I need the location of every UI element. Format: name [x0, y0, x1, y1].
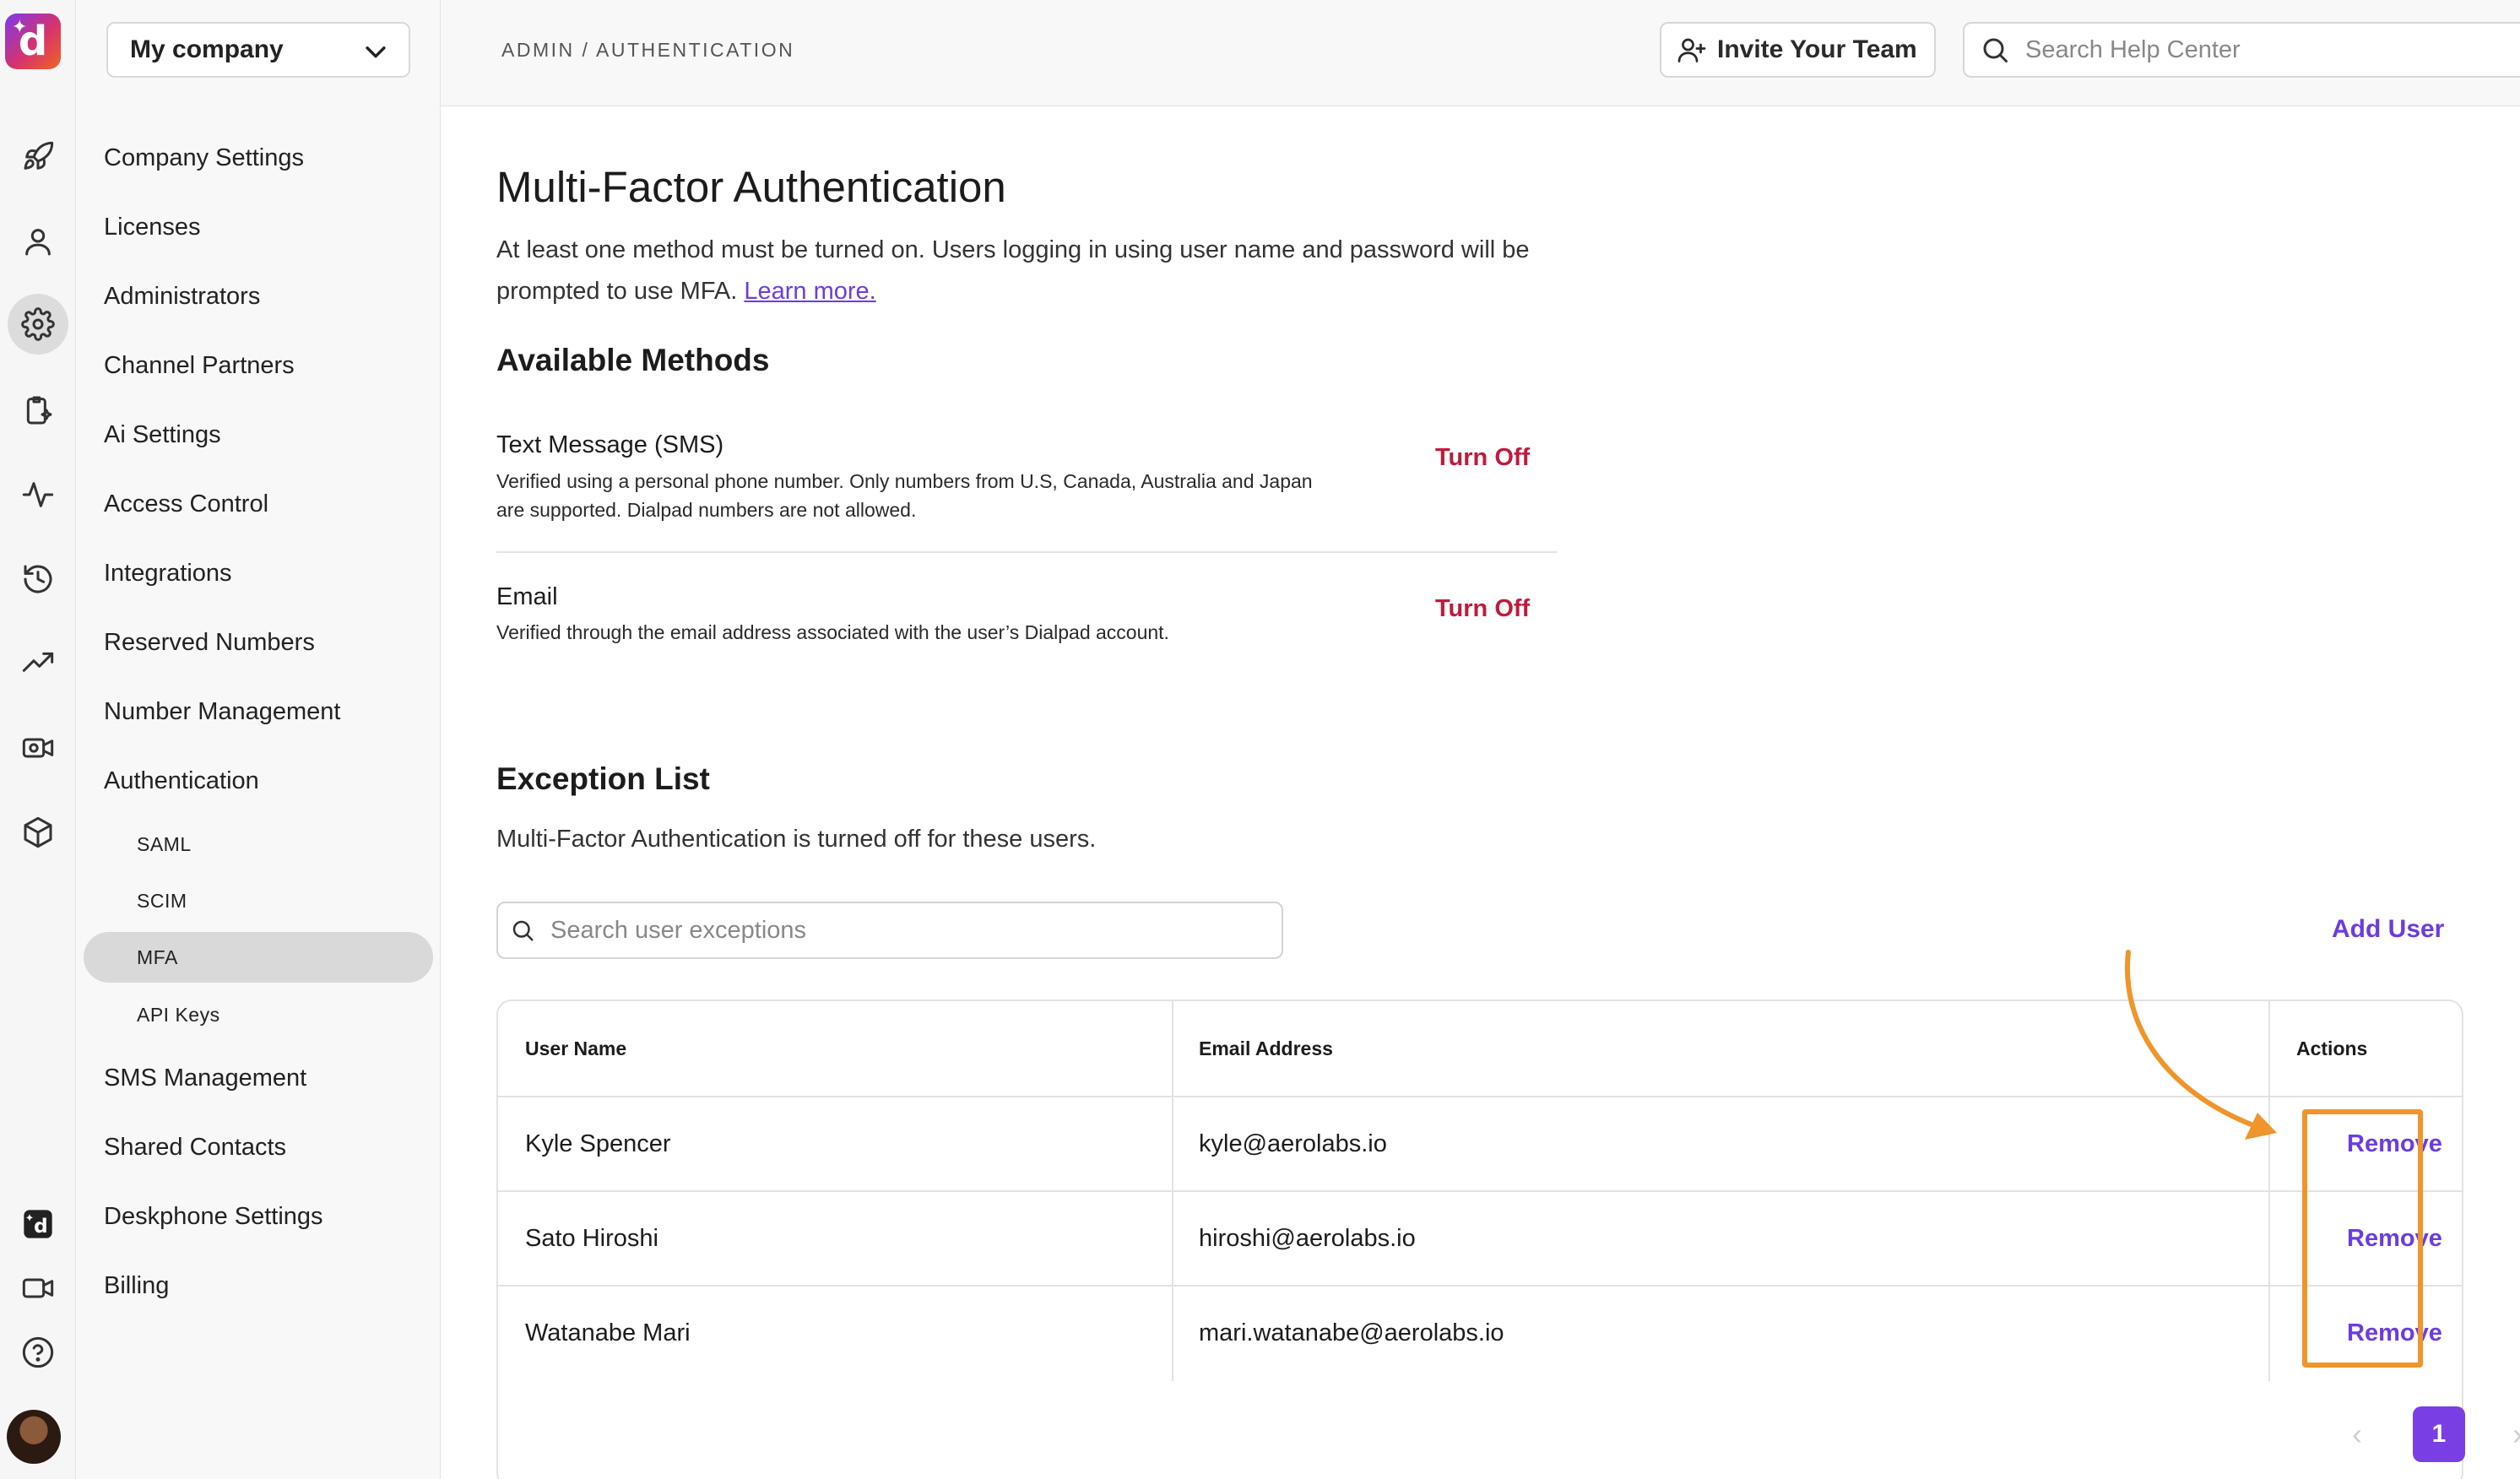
invite-team-label: Invite Your Team [1717, 35, 1917, 63]
sidebar-item-shared-contacts[interactable]: Shared Contacts [104, 1130, 286, 1164]
search-icon [512, 920, 534, 941]
sidebar-item-reserved-numbers[interactable]: Reserved Numbers [104, 626, 315, 659]
dialpad-logo-icon[interactable]: d [14, 1200, 62, 1248]
invite-team-button[interactable]: Invite Your Team [1660, 22, 1936, 78]
video-gear-icon[interactable] [14, 724, 62, 772]
help-search-input[interactable]: Search Help Center [1963, 22, 2520, 78]
company-select[interactable]: My company [106, 22, 410, 78]
rocket-icon[interactable] [14, 133, 62, 181]
gear-icon[interactable] [8, 294, 68, 355]
sidebar-item-ai-settings[interactable]: Ai Settings [104, 418, 221, 452]
sidebar-subitem-saml[interactable]: SAML [137, 829, 192, 859]
email-turn-off-button[interactable]: Turn Off [1435, 595, 1530, 623]
sidebar-item-access-control[interactable]: Access Control [104, 487, 268, 521]
page-description-text: At least one method must be turned on. U… [496, 236, 1530, 305]
exception-list-description: Multi-Factor Authentication is turned of… [496, 826, 1097, 853]
sidebar-item-channel-partners[interactable]: Channel Partners [104, 349, 295, 382]
sidebar-item-number-management[interactable]: Number Management [104, 695, 340, 729]
sidebar-subitem-api-keys[interactable]: API Keys [137, 1000, 220, 1030]
remove-actions-highlight [2302, 1109, 2423, 1368]
cube-icon[interactable] [14, 809, 62, 856]
available-methods-heading: Available Methods [496, 343, 770, 377]
sidebar-subitem-mfa[interactable]: MFA [137, 942, 178, 972]
breadcrumb: ADMIN / AUTHENTICATION [501, 39, 795, 61]
sidebar-item-company-settings[interactable]: Company Settings [104, 141, 304, 175]
sidebar-item-sms-management[interactable]: SMS Management [104, 1061, 306, 1095]
top-bar: ADMIN / AUTHENTICATION Invite Your Team … [441, 0, 2520, 106]
activity-icon[interactable] [14, 471, 62, 518]
sms-turn-off-button[interactable]: Turn Off [1435, 444, 1530, 472]
page-title: Multi-Factor Authentication [496, 163, 1006, 211]
user-name-cell: Watanabe Mari [525, 1319, 691, 1346]
company-select-value: My company [130, 35, 284, 63]
user-plus-icon [1677, 38, 1706, 62]
search-icon [1983, 38, 2008, 62]
sidebar-item-licenses[interactable]: Licenses [104, 210, 200, 244]
sidebar-subitem-scim[interactable]: SCIM [137, 886, 187, 916]
user-icon[interactable] [14, 218, 62, 265]
divider [496, 551, 1557, 553]
page-description: At least one method must be turned on. U… [496, 230, 1594, 312]
exception-search-input[interactable]: Search user exceptions [496, 902, 1283, 959]
email-cell: hiroshi@aerolabs.io [1199, 1224, 1416, 1252]
prev-page-button[interactable]: ‹ [2340, 1406, 2374, 1462]
table-row: Watanabe Mari mari.watanabe@aerolabs.io … [498, 1285, 2462, 1379]
video-icon[interactable] [14, 1265, 62, 1312]
chevron-down-icon [366, 46, 386, 58]
history-icon[interactable] [14, 555, 62, 603]
exception-list-heading: Exception List [496, 761, 710, 796]
sidebar-item-administrators[interactable]: Administrators [104, 279, 260, 313]
sidebar-item-deskphone-settings[interactable]: Deskphone Settings [104, 1200, 323, 1233]
email-cell: kyle@aerolabs.io [1199, 1130, 1387, 1157]
sidebar-item-integrations[interactable]: Integrations [104, 556, 232, 590]
next-page-button[interactable]: › [2501, 1406, 2520, 1462]
trending-up-icon[interactable] [14, 640, 62, 687]
main-content: Multi-Factor Authentication At least one… [441, 106, 2520, 1479]
table-row: Kyle Spencer kyle@aerolabs.io Remove [498, 1096, 2462, 1190]
avatar[interactable] [7, 1410, 61, 1464]
clipboard-sparkle-icon[interactable] [14, 387, 62, 434]
table-row: Sato Hiroshi hiroshi@aerolabs.io Remove [498, 1190, 2462, 1285]
user-name-cell: Kyle Spencer [525, 1130, 671, 1157]
app-logo-icon[interactable]: ✦ d [5, 14, 61, 69]
icon-rail: ✦ d d [0, 0, 76, 1479]
learn-more-link[interactable]: Learn more. [744, 278, 875, 305]
method-sms-name: Text Message (SMS) [496, 431, 724, 458]
sidebar-item-billing[interactable]: Billing [104, 1269, 169, 1303]
exceptions-table: User Name Email Address Actions Kyle Spe… [496, 1000, 2463, 1479]
sidebar-item-authentication[interactable]: Authentication [104, 764, 259, 798]
method-email-description: Verified through the email address assoc… [496, 621, 1169, 643]
column-header-actions: Actions [2296, 1037, 2368, 1059]
sidebar: My company Company Settings Licenses Adm… [76, 0, 441, 1479]
help-icon[interactable] [14, 1329, 62, 1376]
column-header-email[interactable]: Email Address [1199, 1001, 1333, 1096]
table-header-row: User Name Email Address Actions [498, 1001, 2462, 1096]
add-user-button[interactable]: Add User [2332, 915, 2444, 944]
email-cell: mari.watanabe@aerolabs.io [1199, 1319, 1504, 1346]
page-button-current[interactable]: 1 [2413, 1406, 2465, 1462]
user-name-cell: Sato Hiroshi [525, 1224, 658, 1252]
method-sms-description: Verified using a personal phone number. … [496, 470, 1313, 521]
exception-search-placeholder: Search user exceptions [550, 916, 807, 944]
help-search-placeholder: Search Help Center [2025, 35, 2241, 63]
svg-text:d: d [34, 1214, 48, 1238]
column-header-user-name[interactable]: User Name [525, 1001, 626, 1096]
method-email-name: Email [496, 583, 558, 610]
